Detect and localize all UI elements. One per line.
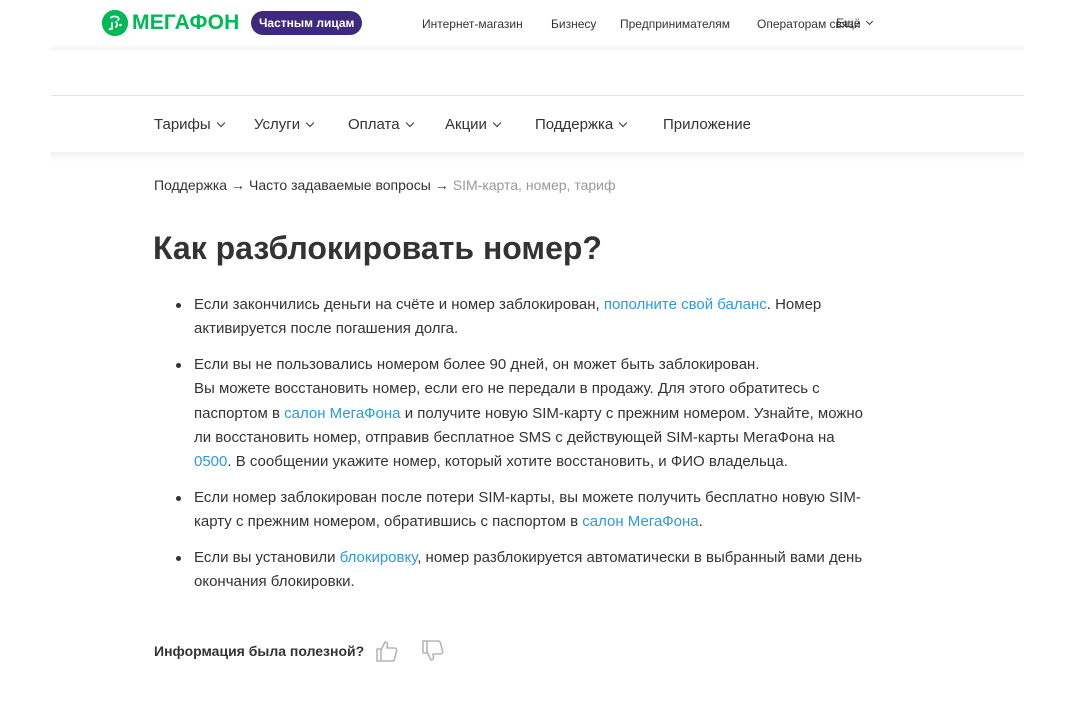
breadcrumb-separator: → [434,177,449,193]
megafon-logo-icon [102,10,128,36]
chevron-down-icon [865,17,873,26]
feedback-label: Информация была полезной? [154,643,365,659]
page-title: Как разблокировать номер? [153,230,602,266]
top-link-entrepreneurs[interactable]: Предпринимателям [620,17,730,31]
item-text: Если закончились деньги на счёте и номер… [194,296,604,313]
chevron-down-icon [305,118,315,128]
nav-payment-label: Оплата [348,116,400,133]
item-text: Если вы установили [194,548,340,566]
nav-promotions-label: Акции [445,116,487,133]
item-text: Если вы не пользовались номером более 90… [194,355,760,373]
list-item: Если вы не пользовались номером более 90… [175,353,865,475]
breadcrumb-faq[interactable]: Часто задаваемые вопросы [249,177,431,193]
megafon-logo[interactable]: МегаФон [102,10,240,36]
top-link-online-store[interactable]: Интернет-магазин [422,17,523,31]
breadcrumb-current: SIM-карта, номер, тариф [452,177,616,193]
nav-tariffs[interactable]: Тарифы [154,116,225,133]
header-top-row [51,50,1024,96]
nav-payment[interactable]: Оплата [348,116,414,133]
feedback: Информация была полезной? [154,638,446,664]
main-nav-shadow [51,152,1024,162]
chevron-down-icon [492,118,502,128]
list-item: Если вы установили блокировку, номер раз… [175,546,865,595]
nav-tariffs-label: Тарифы [154,116,211,133]
blocking-link[interactable]: блокировку [340,549,418,566]
chevron-down-icon [405,118,414,128]
chevron-down-icon [216,118,225,128]
nav-services-label: Услуги [254,116,301,133]
top-link-business[interactable]: Бизнесу [551,17,596,31]
thumb-down-icon[interactable] [420,638,446,664]
sms-number-link[interactable]: 0500 [194,453,227,470]
top-up-balance-link[interactable]: пополните свой баланс [604,296,767,313]
chevron-down-icon [619,118,628,128]
item-text: Если номер заблокирован после потери SIM… [194,488,861,531]
nav-support[interactable]: Поддержка [535,116,628,133]
nav-support-label: Поддержка [535,116,614,133]
nav-app[interactable]: Приложение [663,116,751,133]
nav-promotions[interactable]: Акции [445,116,502,133]
thumb-up-icon[interactable] [374,638,400,664]
breadcrumb-support[interactable]: Поддержка [154,177,227,193]
item-text: . [698,513,703,531]
list-item: Если закончились деньги на счёте и номер… [175,293,865,342]
megafon-salon-link[interactable]: салон МегаФона [284,405,400,422]
more-label: Ещё [836,16,861,30]
logo-text: МегаФон [132,11,240,34]
answer-list: Если закончились деньги на счёте и номер… [175,293,865,605]
breadcrumb: Поддержка → Часто задаваемые вопросы → SIM-к… [154,177,616,193]
megafon-salon-link[interactable]: салон МегаФона [582,513,698,530]
breadcrumb-separator: → [231,177,246,193]
list-item: Если номер заблокирован после потери SIM… [175,486,865,535]
item-text: . В сообщении укажите номер, который хот… [227,453,788,471]
more-menu[interactable]: Ещё [836,16,873,30]
nav-services[interactable]: Услуги [254,116,315,133]
nav-app-label: Приложение [663,116,751,133]
segment-private-clients[interactable]: Частным лицам [251,11,363,35]
